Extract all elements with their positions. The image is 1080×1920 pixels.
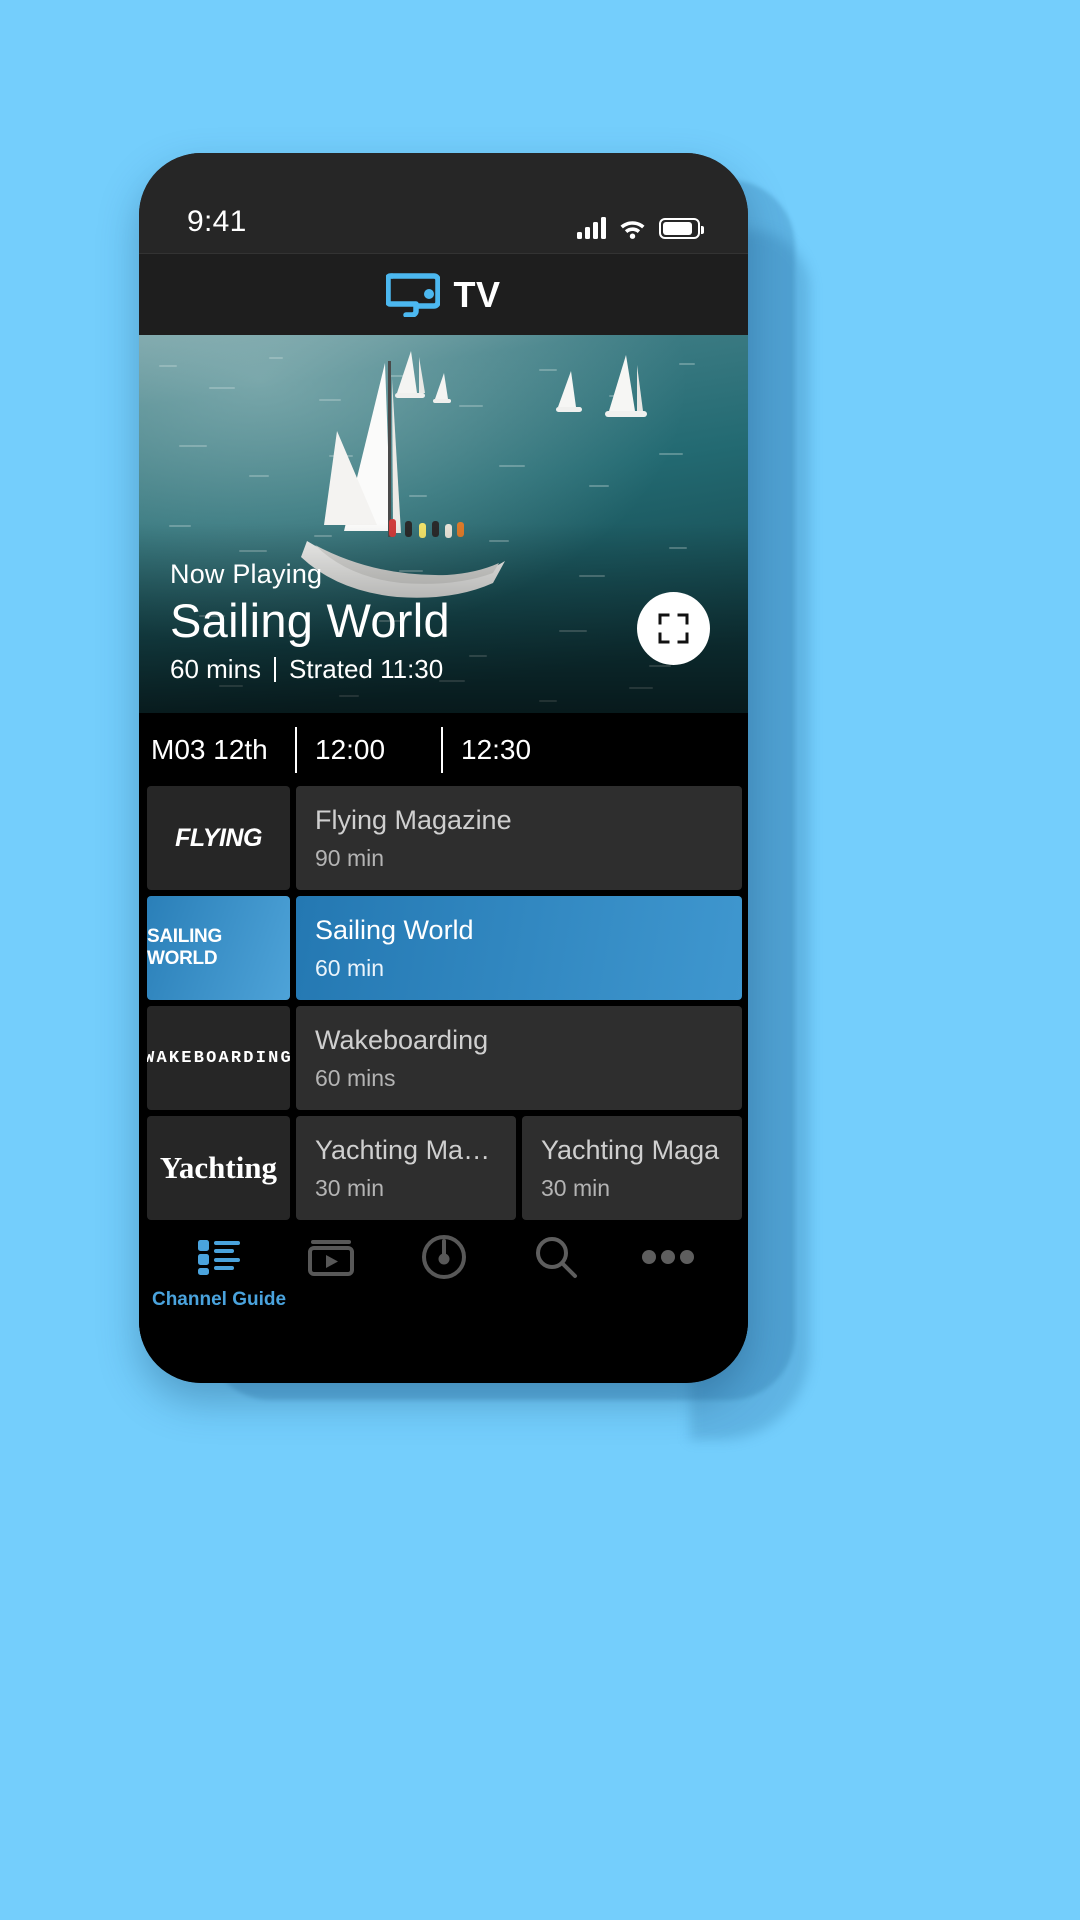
program-title: Wakeboarding xyxy=(315,1024,489,1055)
program-title: Yachting Maga xyxy=(541,1134,720,1165)
nav-more[interactable] xyxy=(622,1234,714,1289)
program-title: Flying Magazine xyxy=(315,804,512,835)
program-cell[interactable]: Flying Magazine 90 min xyxy=(296,786,742,890)
program-cell[interactable]: Yachting Maga 30 min xyxy=(522,1116,742,1220)
table-row: Yachting Yachting Maga... 30 min Yachtin… xyxy=(147,1116,748,1220)
program-duration: 30 min xyxy=(315,1174,385,1201)
channel-guide-list-icon xyxy=(196,1234,242,1280)
app-header-bar: TV xyxy=(139,253,748,335)
now-playing-meta: 60 mins Strated 11:30 xyxy=(170,654,450,685)
now-playing-label: Now Playing xyxy=(170,559,323,589)
table-row: FLYING Flying Magazine 90 min xyxy=(147,786,748,890)
search-icon xyxy=(532,1234,580,1280)
channel-logo-yachting[interactable]: Yachting xyxy=(147,1116,290,1220)
battery-icon xyxy=(659,218,704,239)
now-playing-title: Sailing World xyxy=(170,594,450,647)
guide-timeslot-0: 12:00 xyxy=(295,726,441,773)
more-ellipsis-icon xyxy=(641,1234,695,1280)
program-duration: 60 min xyxy=(315,954,385,981)
guide-date: M03 12th xyxy=(151,733,268,765)
table-row: SAILING WORLD Sailing World 60 min xyxy=(147,896,748,1000)
channel-guide: M03 12th 12:00 12:30 FLYING Flying Magaz… xyxy=(139,713,748,1383)
guide-timeslot-1: 12:30 xyxy=(441,726,601,773)
app-title: TV xyxy=(453,273,501,315)
channel-logo-sailing-world[interactable]: SAILING WORLD xyxy=(147,896,290,1000)
fullscreen-button[interactable] xyxy=(637,592,710,665)
program-duration: 30 min xyxy=(541,1174,611,1201)
guide-header: M03 12th 12:00 12:30 xyxy=(139,713,748,786)
live-broadcast-icon xyxy=(420,1234,468,1280)
nav-channel-guide[interactable]: Channel Guide xyxy=(152,1234,286,1311)
channel-logo-label: SAILING WORLD xyxy=(147,926,222,969)
program-title: Sailing World xyxy=(315,914,474,945)
nav-label-channel-guide: Channel Guide xyxy=(151,1289,287,1310)
program-cell-active[interactable]: Sailing World 60 min xyxy=(296,896,742,1000)
hero-duration: 60 mins xyxy=(170,654,262,684)
program-cell[interactable]: Yachting Maga... 30 min xyxy=(296,1116,516,1220)
program-cell[interactable]: Wakeboarding 60 mins xyxy=(296,1006,742,1110)
channel-logo-label: Yachting xyxy=(159,1150,278,1185)
hero-video-player[interactable]: Now Playing Sailing World 60 mins Strate… xyxy=(139,335,748,713)
program-title: Yachting Maga... xyxy=(315,1134,497,1165)
nav-live[interactable] xyxy=(398,1234,490,1289)
on-demand-video-icon xyxy=(306,1234,356,1280)
status-bar: 9:41 xyxy=(139,153,748,253)
channel-logo-wakeboarding[interactable]: WAKEBOARDING xyxy=(147,1006,290,1110)
phone-device-frame: 9:41 TV Now Playing Sailing World 60 min… xyxy=(139,153,748,1383)
hero-info-block: Now Playing Sailing World 60 mins Strate… xyxy=(170,559,450,685)
status-time: 9:41 xyxy=(187,205,247,238)
channel-logo-label: WAKEBOARDING xyxy=(147,1048,290,1068)
meta-divider xyxy=(274,657,277,682)
wifi-icon xyxy=(619,218,646,239)
channel-logo-label: FLYING xyxy=(175,823,262,852)
phone-screen: 9:41 TV Now Playing Sailing World 60 min… xyxy=(139,153,748,1383)
program-duration: 90 min xyxy=(315,844,385,871)
bottom-navigation-bar: Channel Guide xyxy=(139,1220,748,1342)
guide-rows: FLYING Flying Magazine 90 min SAILING WO… xyxy=(139,786,748,1220)
table-row: WAKEBOARDING Wakeboarding 60 mins xyxy=(147,1006,748,1110)
cellular-signal-icon xyxy=(577,217,606,239)
hero-started: Strated 11:30 xyxy=(289,654,444,684)
nav-on-demand[interactable] xyxy=(285,1234,377,1289)
program-duration: 60 mins xyxy=(315,1064,396,1091)
tv-screen-logo-icon xyxy=(385,272,442,318)
channel-logo-flying[interactable]: FLYING xyxy=(147,786,290,890)
nav-search[interactable] xyxy=(510,1234,602,1289)
fullscreen-expand-icon xyxy=(658,613,689,644)
status-icons xyxy=(577,217,704,239)
